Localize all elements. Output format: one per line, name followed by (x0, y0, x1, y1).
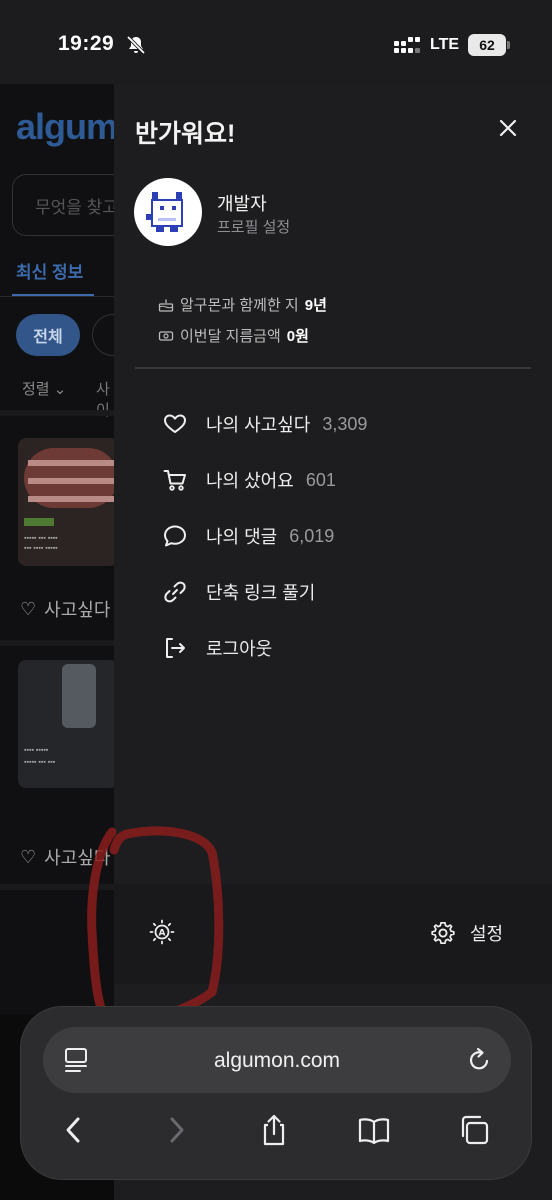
menu-item-purchased[interactable]: 나의 샀어요 601 (162, 465, 336, 495)
menu-label: 단축 링크 풀기 (206, 583, 316, 603)
heart-icon: ♡ (20, 846, 37, 867)
settings-label: 설정 (470, 924, 504, 944)
browser-toolbar: algumon.com (20, 1006, 532, 1180)
battery-indicator: 62 (468, 34, 506, 56)
heart-icon (164, 414, 186, 433)
cart-icon (163, 470, 186, 491)
status-time: 19:29 (58, 32, 115, 55)
menu-label: 로그아웃 (206, 639, 273, 659)
reload-icon[interactable] (465, 1046, 493, 1074)
section-divider (0, 884, 114, 890)
ghost-cat-icon (146, 192, 183, 232)
avatar[interactable] (134, 178, 202, 246)
bookmarks-icon[interactable] (357, 1113, 391, 1147)
product-thumbnail[interactable]: ▪▪▪▪ ▪▪▪▪▪ ▪▪▪▪▪ ▪▪▪ ▪▪▪ (18, 660, 114, 788)
cake-icon (158, 299, 174, 312)
menu-count: 3,309 (322, 413, 368, 434)
menu-label: 나의 댓글 (206, 527, 278, 547)
menu-item-unshorten-link[interactable]: 단축 링크 풀기 (162, 577, 315, 607)
comment-icon (164, 525, 186, 547)
product-caption: ▪▪▪▪▪ ▪▪▪ ▪▪▪▪ (24, 535, 58, 542)
product-caption: ▪▪▪ ▪▪▪▪ ▪▪▪▪▪ (24, 545, 58, 552)
user-name: 개발자 (217, 194, 267, 214)
section-divider (0, 640, 114, 646)
tabs-icon[interactable] (457, 1113, 491, 1147)
share-icon[interactable] (257, 1113, 291, 1147)
forward-icon[interactable] (159, 1113, 193, 1147)
filter-chip[interactable] (92, 314, 114, 356)
battery-tip (507, 41, 510, 49)
monthly-spending: 이번달 지름금액 0원 (158, 325, 309, 346)
stat-value: 9년 (304, 297, 327, 314)
product-image (62, 664, 96, 728)
menu-count: 601 (305, 469, 336, 490)
filter-chip-all[interactable]: 전체 (16, 314, 80, 356)
drawer-divider (135, 367, 531, 369)
section-divider (0, 410, 114, 416)
heart-icon: ♡ (20, 598, 37, 619)
menu-item-comments[interactable]: 나의 댓글 6,019 (162, 521, 334, 551)
menu-label: 나의 사고싶다 (206, 415, 311, 435)
site-logo[interactable]: algum (16, 106, 114, 148)
stat-label: 이번달 지름금액 (180, 328, 281, 345)
menu-item-logout[interactable]: 로그아웃 (162, 633, 272, 663)
image-detail (28, 478, 114, 484)
url-text[interactable]: algumon.com (43, 1049, 511, 1073)
stat-label: 알구몬과 함께한 지 (180, 297, 299, 314)
gear-icon (431, 921, 455, 945)
sort-label: 정렬 (22, 381, 50, 398)
like-button[interactable]: ♡ 사고싶다 (20, 596, 110, 622)
menu-item-wishlist[interactable]: 나의 사고싶다 3,309 (162, 409, 367, 439)
product-caption: ▪▪▪▪▪ ▪▪▪ ▪▪▪ (24, 759, 56, 766)
product-thumbnail[interactable]: ▪▪▪▪▪ ▪▪▪ ▪▪▪▪ ▪▪▪ ▪▪▪▪ ▪▪▪▪▪ (18, 438, 114, 566)
address-bar[interactable]: algumon.com (43, 1027, 511, 1093)
search-input[interactable]: 무엇을 찾고 (12, 174, 114, 236)
menu-count: 6,019 (289, 525, 335, 546)
logout-icon (166, 638, 185, 658)
menu-label: 나의 샀어요 (206, 471, 294, 491)
theme-auto-icon[interactable]: A (148, 918, 176, 946)
tab-divider (0, 296, 114, 297)
drawer-title: 반가워요! (135, 120, 236, 148)
signal-icon (394, 37, 420, 53)
status-bar: 19:29 LTE 62 (0, 0, 552, 84)
product-tag (24, 518, 54, 526)
network-type: LTE (430, 36, 460, 53)
membership-duration: 알구몬과 함께한 지 9년 (158, 294, 327, 315)
close-icon[interactable] (494, 114, 522, 142)
svg-text:A: A (159, 929, 166, 939)
money-icon (158, 330, 174, 341)
back-icon[interactable] (57, 1113, 91, 1147)
like-button[interactable]: ♡ 사고싶다 (20, 844, 110, 870)
product-caption: ▪▪▪▪ ▪▪▪▪▪ (24, 747, 49, 754)
bell-muted-icon (126, 35, 146, 55)
tab-latest[interactable]: 최신 정보 (16, 258, 83, 283)
like-label: 사고싶다 (44, 600, 111, 620)
background-page: algum 무엇을 찾고 최신 정보 전체 정렬 ⌄ 사이 ▪▪▪▪▪ ▪▪▪ … (0, 84, 114, 1014)
profile-settings-link[interactable]: 프로필 설정 (217, 216, 290, 237)
like-label: 사고싶다 (44, 848, 111, 868)
settings-button[interactable]: 설정 (430, 920, 503, 946)
stat-value: 0원 (286, 328, 309, 345)
image-detail (28, 496, 114, 502)
link-icon (164, 581, 186, 603)
sort-dropdown[interactable]: 정렬 ⌄ (22, 378, 66, 399)
image-detail (28, 460, 114, 466)
